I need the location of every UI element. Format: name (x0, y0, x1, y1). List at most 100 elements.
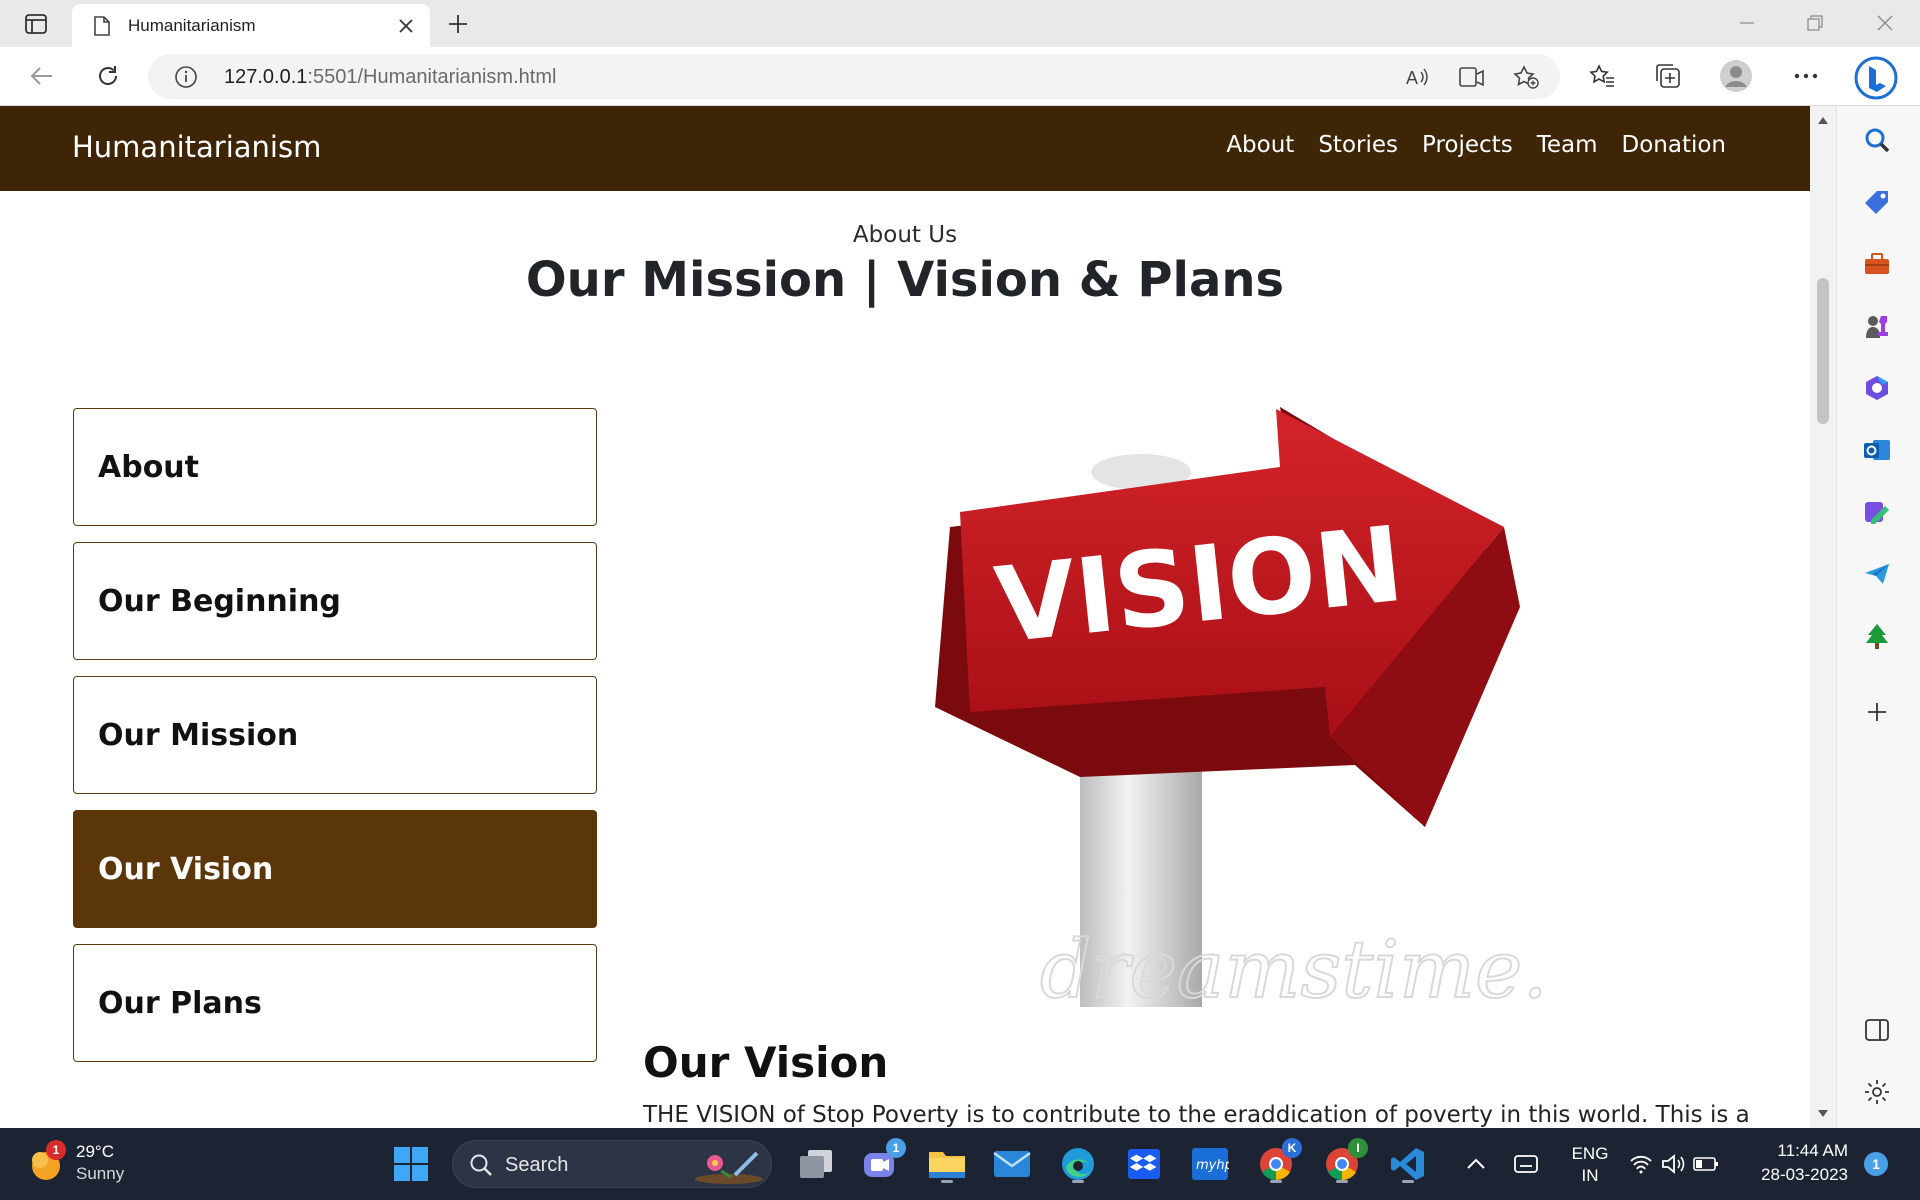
browser-toolbar: 127.0.0.1:5501/Humanitarianism.html A (0, 47, 1920, 106)
tree-icon[interactable] (1855, 616, 1899, 656)
shopping-tag-icon[interactable] (1855, 182, 1899, 222)
folder-icon (929, 1152, 965, 1178)
browser-tab[interactable]: Humanitarianism (72, 4, 430, 47)
search-highlight-icon (695, 1151, 763, 1184)
quick-settings-button[interactable] (1624, 1142, 1724, 1186)
reload-icon (99, 66, 117, 85)
chrome-profile-k-button[interactable]: K (1252, 1138, 1302, 1186)
search-label: Search (505, 1154, 569, 1176)
tab-actions-button[interactable] (14, 8, 58, 40)
scroll-down-icon[interactable] (1817, 1108, 1829, 1120)
restore-button[interactable] (1792, 6, 1838, 40)
add-favorite-icon[interactable] (1510, 62, 1542, 92)
vision-signpost-image: VISION dreamstime. (935, 407, 1549, 1007)
nav-link-stories[interactable]: Stories (1318, 132, 1398, 158)
dropbox-icon (1128, 1149, 1160, 1179)
nav-link-team[interactable]: Team (1537, 132, 1598, 158)
start-button[interactable] (387, 1142, 435, 1186)
minimize-button[interactable] (1724, 6, 1770, 40)
sidebar-settings-icon[interactable] (1855, 1072, 1899, 1112)
search-icon (470, 1154, 492, 1176)
collections-button[interactable] (1648, 58, 1688, 94)
hide-sidebar-icon[interactable] (1855, 1010, 1899, 1050)
back-button[interactable] (22, 58, 62, 94)
page-scrollbar[interactable] (1810, 106, 1836, 1128)
tab-strip: Humanitarianism (0, 0, 1920, 47)
dropbox-button[interactable] (1120, 1142, 1168, 1186)
file-explorer-button[interactable] (923, 1142, 971, 1186)
svg-text:A: A (1406, 68, 1418, 88)
new-tab-button[interactable] (442, 8, 474, 40)
menu-item-our-vision[interactable]: Our Vision (73, 810, 597, 928)
clock-date: 28-03-2023 (1761, 1165, 1848, 1184)
send-icon[interactable] (1855, 554, 1899, 594)
immersive-reader-icon[interactable] (1456, 62, 1488, 92)
nav-link-projects[interactable]: Projects (1422, 132, 1513, 158)
weather-badge: 1 (46, 1140, 66, 1160)
running-indicator (941, 1180, 953, 1183)
touch-keyboard-button[interactable] (1508, 1142, 1544, 1186)
read-aloud-icon[interactable]: A (1402, 62, 1434, 92)
running-indicator (1336, 1180, 1348, 1183)
profile-k-badge: K (1282, 1138, 1302, 1158)
clock[interactable]: 11:44 AM 28-03-2023 (1752, 1141, 1848, 1185)
menu-item-our-mission[interactable]: Our Mission (73, 676, 597, 794)
site-info-icon[interactable] (174, 65, 198, 89)
menu-item-our-beginning[interactable]: Our Beginning (73, 542, 597, 660)
weather-condition: Sunny (76, 1164, 125, 1183)
profile-button[interactable] (1716, 58, 1756, 94)
collections-icon (1656, 64, 1680, 88)
bing-copilot-icon (1854, 56, 1898, 100)
taskbar-search[interactable]: Search (452, 1140, 772, 1188)
edge-sidebar (1836, 106, 1920, 1128)
close-tab-icon[interactable] (390, 10, 422, 42)
site-brand[interactable]: Humanitarianism (72, 130, 321, 164)
teams-chat-button[interactable]: 1 (856, 1138, 906, 1186)
settings-more-button[interactable] (1786, 58, 1826, 94)
section-paragraph: THE VISION of Stop Poverty is to contrib… (643, 1102, 1750, 1128)
copilot-button[interactable] (1852, 54, 1900, 102)
microsoft365-icon[interactable] (1855, 368, 1899, 408)
myhp-button[interactable]: myhp (1186, 1142, 1234, 1186)
search-icon[interactable] (1855, 120, 1899, 160)
vscode-button[interactable] (1384, 1142, 1432, 1186)
running-indicator (1072, 1180, 1084, 1183)
volume-icon (1662, 1154, 1685, 1174)
outlook-icon[interactable] (1855, 430, 1899, 470)
nav-link-donation[interactable]: Donation (1621, 132, 1726, 158)
task-view-button[interactable] (792, 1142, 840, 1186)
reload-button[interactable] (88, 58, 128, 94)
edge-button[interactable] (1054, 1142, 1102, 1186)
address-bar[interactable]: 127.0.0.1:5501/Humanitarianism.html A (148, 54, 1560, 99)
mail-icon (993, 1151, 1031, 1177)
nav-link-about[interactable]: About (1226, 132, 1294, 158)
mail-button[interactable] (988, 1142, 1036, 1186)
close-window-button[interactable] (1862, 6, 1908, 40)
show-hidden-icons-button[interactable] (1460, 1142, 1492, 1186)
page-title: Our Mission | Vision & Plans (525, 252, 1285, 308)
favorites-button[interactable] (1582, 58, 1622, 94)
tools-icon[interactable] (1855, 244, 1899, 284)
designer-icon[interactable] (1855, 492, 1899, 532)
plus-icon (449, 15, 467, 33)
notification-center-button[interactable]: 1 (1860, 1142, 1892, 1186)
windows-logo-icon (394, 1147, 428, 1181)
add-sidebar-app-icon[interactable] (1855, 692, 1899, 732)
section-heading: Our Vision (643, 1038, 889, 1087)
wifi-icon (1630, 1155, 1652, 1174)
menu-item-about[interactable]: About (73, 408, 597, 526)
avatar-icon (1720, 60, 1752, 92)
scroll-up-icon[interactable] (1817, 114, 1829, 126)
weather-widget[interactable]: 1 29°C Sunny (28, 1140, 158, 1188)
teams-badge: 1 (886, 1138, 906, 1158)
weather-temp: 29°C (76, 1142, 114, 1161)
menu-item-our-plans[interactable]: Our Plans (73, 944, 597, 1062)
scroll-thumb[interactable] (1817, 278, 1829, 424)
games-icon[interactable] (1855, 306, 1899, 346)
region-code: IN (1581, 1166, 1599, 1185)
svg-text:myhp: myhp (1196, 1158, 1229, 1173)
language-indicator[interactable]: ENG IN (1562, 1144, 1618, 1186)
watermark-text: dreamstime. (1040, 923, 1548, 1007)
chrome-profile-i-button[interactable]: I (1318, 1138, 1368, 1186)
section-eyebrow: About Us (852, 222, 958, 248)
